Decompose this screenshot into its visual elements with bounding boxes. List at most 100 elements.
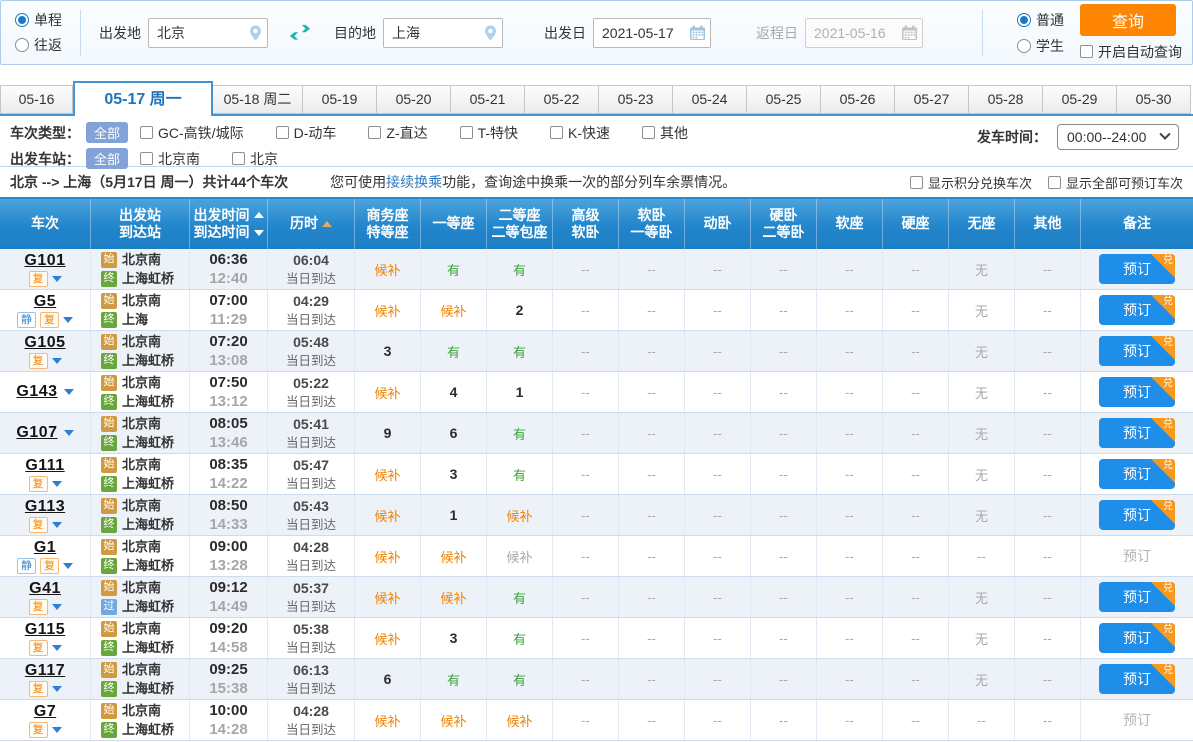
location-pin-icon[interactable] — [248, 24, 263, 42]
passenger-type-option[interactable]: 学生 — [1017, 36, 1064, 56]
train-type-checkbox-item[interactable]: K-快速 — [550, 123, 610, 143]
expand-caret-icon[interactable] — [52, 276, 62, 282]
date-tab-05-22[interactable]: 05-22 — [525, 85, 599, 114]
train-number-link[interactable]: G41 — [29, 580, 61, 598]
book-button[interactable]: 预订兑 — [1099, 377, 1175, 407]
checkbox-icon[interactable] — [460, 126, 473, 139]
checkbox-icon[interactable] — [140, 126, 153, 139]
date-tab-05-17[interactable]: 05-17 周一 — [73, 81, 213, 116]
duration-cell: 06:04当日到达 — [268, 249, 355, 289]
show-points-checkbox-item[interactable]: 显示积分兑换车次 — [910, 173, 1032, 192]
date-tab-05-20[interactable]: 05-20 — [377, 85, 451, 114]
calendar-icon[interactable] — [689, 25, 706, 41]
trip-type-option[interactable]: 往返 — [15, 35, 62, 55]
date-tab-05-28[interactable]: 05-28 — [969, 85, 1043, 114]
expand-caret-icon[interactable] — [64, 430, 74, 436]
train-type-checkbox-item[interactable]: D-动车 — [276, 123, 337, 143]
expand-caret-icon[interactable] — [52, 645, 62, 651]
swap-stations-icon[interactable] — [288, 24, 314, 42]
seat-availability: -- — [1043, 426, 1052, 441]
train-number-link[interactable]: G5 — [34, 293, 56, 311]
train-number-link[interactable]: G101 — [24, 252, 65, 270]
sort-asc-active-icon[interactable] — [322, 221, 332, 227]
expand-caret-icon[interactable] — [63, 563, 73, 569]
date-tab-05-19[interactable]: 05-19 — [303, 85, 377, 114]
checkbox-icon[interactable] — [550, 126, 563, 139]
date-tab-05-16[interactable]: 05-16 — [0, 85, 73, 114]
date-tab-05-23[interactable]: 05-23 — [599, 85, 673, 114]
train-type-checkbox-item[interactable]: 其他 — [642, 123, 688, 143]
train-number-link[interactable]: G117 — [25, 662, 65, 680]
train-number-link[interactable]: G107 — [16, 424, 57, 442]
date-tab-05-27[interactable]: 05-27 — [895, 85, 969, 114]
train-type-all-badge[interactable]: 全部 — [86, 122, 128, 143]
book-button[interactable]: 预订兑 — [1099, 664, 1175, 694]
checkbox-icon[interactable] — [1080, 45, 1093, 58]
radio-icon[interactable] — [15, 13, 29, 27]
checkbox-icon[interactable] — [642, 126, 655, 139]
book-button[interactable]: 预订兑 — [1099, 582, 1175, 612]
train-type-checkbox-item[interactable]: T-特快 — [460, 123, 518, 143]
expand-caret-icon[interactable] — [52, 481, 62, 487]
col-header-times[interactable]: 出发时间到达时间 — [190, 199, 268, 249]
train-number-link[interactable]: G113 — [25, 498, 65, 516]
checkbox-icon[interactable] — [140, 152, 153, 165]
expand-caret-icon[interactable] — [52, 522, 62, 528]
date-tab-05-29[interactable]: 05-29 — [1043, 85, 1117, 114]
checkbox-icon[interactable] — [368, 126, 381, 139]
sort-asc-icon[interactable] — [254, 212, 264, 218]
terminal-station-tag: 终 — [101, 312, 117, 328]
passenger-type-option[interactable]: 普通 — [1017, 10, 1064, 30]
checkbox-icon[interactable] — [276, 126, 289, 139]
trip-type-option[interactable]: 单程 — [15, 10, 62, 30]
depart-station-label: 北京南 — [158, 149, 200, 169]
location-pin-icon[interactable] — [483, 24, 498, 42]
depart-station-all-badge[interactable]: 全部 — [86, 148, 128, 169]
radio-icon[interactable] — [1017, 39, 1031, 53]
date-tab-05-18[interactable]: 05-18 周二 — [213, 85, 303, 114]
sort-desc-icon[interactable] — [254, 230, 264, 236]
book-button[interactable]: 预订兑 — [1099, 254, 1175, 284]
depart-time-select[interactable]: 00:00--24:00 — [1057, 124, 1179, 150]
expand-caret-icon[interactable] — [52, 358, 62, 364]
date-tab-05-21[interactable]: 05-21 — [451, 85, 525, 114]
book-button[interactable]: 预订兑 — [1099, 295, 1175, 325]
seat-cell-other: -- — [1015, 618, 1081, 658]
expand-caret-icon[interactable] — [52, 727, 62, 733]
checkbox-icon[interactable] — [1048, 176, 1061, 189]
transfer-link[interactable]: 接续换乘 — [386, 174, 442, 190]
train-number-link[interactable]: G1 — [34, 539, 56, 557]
book-button[interactable]: 预订兑 — [1099, 500, 1175, 530]
radio-icon[interactable] — [15, 38, 29, 52]
train-number-link[interactable]: G115 — [25, 621, 65, 639]
depart-station-checkbox-item[interactable]: 北京南 — [140, 149, 200, 169]
date-tab-05-26[interactable]: 05-26 — [821, 85, 895, 114]
radio-icon[interactable] — [1017, 13, 1031, 27]
checkbox-icon[interactable] — [232, 152, 245, 165]
stations-cell: 始北京南终上海虹桥 — [91, 700, 190, 740]
expand-caret-icon[interactable] — [64, 389, 74, 395]
book-button[interactable]: 预订兑 — [1099, 459, 1175, 489]
train-number-link[interactable]: G105 — [24, 334, 65, 352]
book-button[interactable]: 预订兑 — [1099, 623, 1175, 653]
train-type-checkbox-item[interactable]: Z-直达 — [368, 123, 427, 143]
show-all-bookable-checkbox-item[interactable]: 显示全部可预订车次 — [1048, 173, 1183, 192]
book-button[interactable]: 预订兑 — [1099, 336, 1175, 366]
train-type-checkbox-item[interactable]: GC-高铁/城际 — [140, 123, 244, 143]
points-exchange-label: 兑 — [1163, 583, 1173, 594]
train-number-link[interactable]: G7 — [34, 703, 56, 721]
checkbox-icon[interactable] — [910, 176, 923, 189]
expand-caret-icon[interactable] — [52, 686, 62, 692]
date-tab-05-30[interactable]: 05-30 — [1117, 85, 1191, 114]
book-button[interactable]: 预订兑 — [1099, 418, 1175, 448]
date-tab-05-24[interactable]: 05-24 — [673, 85, 747, 114]
train-number-link[interactable]: G111 — [25, 457, 64, 475]
date-tab-05-25[interactable]: 05-25 — [747, 85, 821, 114]
expand-caret-icon[interactable] — [52, 604, 62, 610]
col-header-duration[interactable]: 历时 — [268, 199, 355, 249]
query-button[interactable]: 查询 — [1080, 4, 1176, 36]
expand-caret-icon[interactable] — [63, 317, 73, 323]
depart-station-checkbox-item[interactable]: 北京 — [232, 149, 278, 169]
train-number-link[interactable]: G143 — [16, 383, 57, 401]
auto-query-checkbox-item[interactable]: 开启自动查询 — [1080, 42, 1182, 62]
